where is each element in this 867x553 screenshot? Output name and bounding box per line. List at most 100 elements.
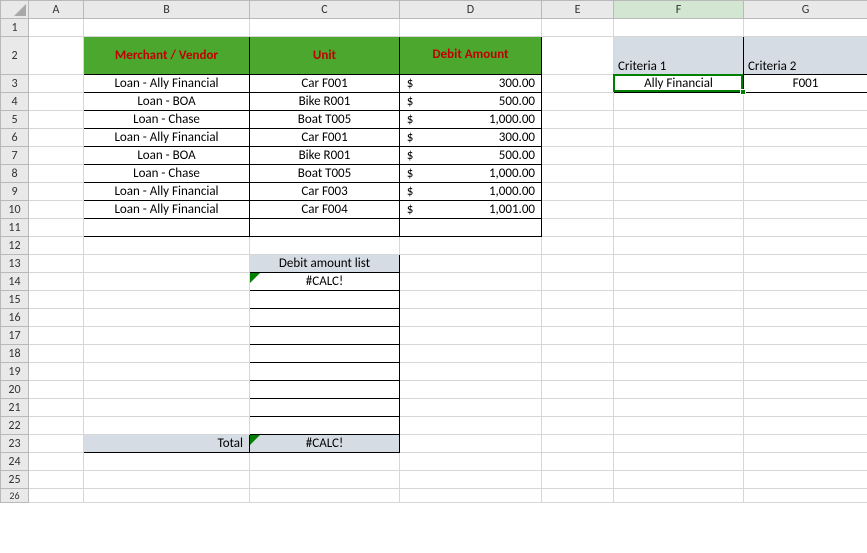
cell[interactable] <box>542 435 614 453</box>
cell[interactable] <box>29 129 84 147</box>
total-label[interactable]: Total <box>84 435 250 453</box>
cell[interactable] <box>400 19 542 37</box>
cell[interactable] <box>400 381 542 399</box>
cell[interactable] <box>84 291 250 309</box>
cell[interactable] <box>744 147 867 165</box>
cell[interactable] <box>84 219 250 237</box>
cell[interactable] <box>542 255 614 273</box>
cell[interactable] <box>744 435 867 453</box>
cell[interactable] <box>614 147 744 165</box>
row-header-20[interactable]: 20 <box>1 381 29 399</box>
cell[interactable] <box>744 93 867 111</box>
row-header-11[interactable]: 11 <box>1 219 29 237</box>
worksheet-grid[interactable]: A B C D E F G 1 2 Merchant / Vendor Unit… <box>0 0 867 503</box>
cell[interactable] <box>29 201 84 219</box>
row-header-21[interactable]: 21 <box>1 399 29 417</box>
table-row[interactable]: $1,000.00 <box>400 111 542 129</box>
cell[interactable] <box>29 273 84 291</box>
table-row[interactable]: Car F003 <box>250 183 400 201</box>
cell[interactable] <box>744 273 867 291</box>
row-header-9[interactable]: 9 <box>1 183 29 201</box>
row-header-13[interactable]: 13 <box>1 255 29 273</box>
cell[interactable] <box>84 453 250 471</box>
table-row[interactable]: Loan - BOA <box>84 93 250 111</box>
cell[interactable] <box>400 363 542 381</box>
cell[interactable] <box>744 291 867 309</box>
cell[interactable] <box>744 471 867 489</box>
cell[interactable] <box>614 219 744 237</box>
row-header-8[interactable]: 8 <box>1 165 29 183</box>
row-header-15[interactable]: 15 <box>1 291 29 309</box>
cell[interactable] <box>250 489 400 503</box>
cell[interactable] <box>614 165 744 183</box>
table-row[interactable]: Loan - Ally Financial <box>84 75 250 93</box>
cell[interactable] <box>744 327 867 345</box>
cell[interactable] <box>84 255 250 273</box>
cell[interactable] <box>542 327 614 345</box>
cell[interactable] <box>29 363 84 381</box>
row-header-12[interactable]: 12 <box>1 237 29 255</box>
table-row[interactable]: Bike R001 <box>250 93 400 111</box>
cell[interactable] <box>744 111 867 129</box>
cell[interactable] <box>744 363 867 381</box>
cell[interactable] <box>29 381 84 399</box>
cell[interactable] <box>29 19 84 37</box>
cell[interactable] <box>250 309 400 327</box>
cell[interactable] <box>400 399 542 417</box>
table-header-unit[interactable]: Unit <box>250 37 400 75</box>
cell[interactable] <box>614 19 744 37</box>
table-row[interactable]: Car F001 <box>250 129 400 147</box>
cell[interactable] <box>84 309 250 327</box>
cell[interactable] <box>250 19 400 37</box>
criteria2-value[interactable]: F001 <box>744 75 867 93</box>
cell[interactable] <box>614 327 744 345</box>
cell[interactable] <box>542 19 614 37</box>
cell[interactable] <box>614 471 744 489</box>
table-row[interactable]: Loan - Ally Financial <box>84 129 250 147</box>
cell[interactable] <box>400 309 542 327</box>
cell[interactable] <box>614 273 744 291</box>
cell[interactable] <box>29 75 84 93</box>
row-header-4[interactable]: 4 <box>1 93 29 111</box>
cell[interactable] <box>29 37 84 75</box>
cell[interactable] <box>250 327 400 345</box>
cell[interactable] <box>250 237 400 255</box>
cell[interactable] <box>542 309 614 327</box>
row-header-6[interactable]: 6 <box>1 129 29 147</box>
cell[interactable] <box>29 165 84 183</box>
table-row[interactable]: Loan - BOA <box>84 147 250 165</box>
cell[interactable] <box>614 435 744 453</box>
cell[interactable] <box>542 381 614 399</box>
cell[interactable] <box>400 453 542 471</box>
cell[interactable] <box>542 363 614 381</box>
cell[interactable] <box>614 453 744 471</box>
cell[interactable] <box>542 147 614 165</box>
col-header-F[interactable]: F <box>614 1 744 19</box>
cell[interactable] <box>614 381 744 399</box>
cell[interactable] <box>400 435 542 453</box>
cell[interactable] <box>744 489 867 503</box>
cell[interactable] <box>250 345 400 363</box>
cell[interactable] <box>400 489 542 503</box>
row-header-24[interactable]: 24 <box>1 453 29 471</box>
cell[interactable] <box>250 471 400 489</box>
cell[interactable] <box>84 399 250 417</box>
row-header-1[interactable]: 1 <box>1 19 29 37</box>
cell[interactable] <box>542 93 614 111</box>
table-row[interactable]: Car F001 <box>250 75 400 93</box>
cell[interactable] <box>744 237 867 255</box>
row-header-19[interactable]: 19 <box>1 363 29 381</box>
cell[interactable] <box>29 471 84 489</box>
cell[interactable] <box>250 399 400 417</box>
row-header-25[interactable]: 25 <box>1 471 29 489</box>
table-row[interactable]: $1,000.00 <box>400 183 542 201</box>
table-row[interactable]: Loan - Ally Financial <box>84 201 250 219</box>
cell[interactable] <box>84 363 250 381</box>
cell[interactable] <box>29 237 84 255</box>
cell[interactable] <box>29 219 84 237</box>
row-header-16[interactable]: 16 <box>1 309 29 327</box>
cell[interactable] <box>29 399 84 417</box>
cell[interactable] <box>542 489 614 503</box>
cell[interactable] <box>744 345 867 363</box>
cell[interactable] <box>29 417 84 435</box>
